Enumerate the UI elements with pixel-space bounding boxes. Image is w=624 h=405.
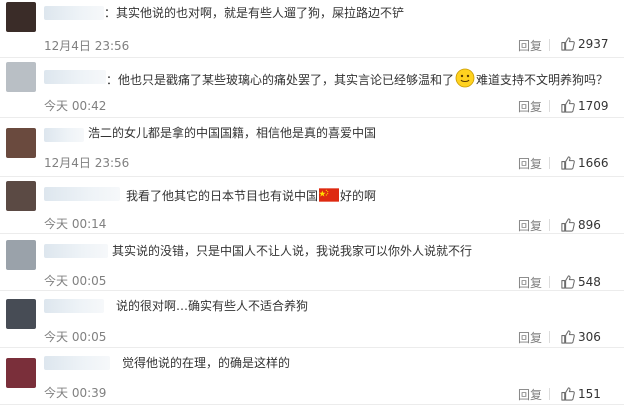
comment-time: 12月4日 23:56	[44, 156, 130, 170]
thumbs-up-icon	[561, 156, 575, 170]
comment-text-part: ：他也只是戳痛了某些玻璃心的痛处罢了，其实言论已经够温和了	[106, 73, 455, 87]
like-button[interactable]: 2937	[560, 36, 609, 51]
divider	[549, 100, 550, 112]
like-count: 2937	[578, 36, 609, 51]
comment-text-part: 难道支持不文明养狗吗？	[476, 73, 609, 87]
comment-item: 浩二的女儿都是拿的中国国籍，相信他是真的喜爱中国 12月4日 23:56 回复 …	[0, 118, 624, 177]
divider	[549, 388, 550, 400]
avatar[interactable]	[6, 358, 36, 388]
username-blurred[interactable]	[44, 299, 104, 313]
comment-text-part: 好的啊	[340, 189, 377, 203]
like-count: 548	[578, 274, 601, 289]
divider	[549, 331, 550, 343]
reply-button[interactable]: 回复	[518, 329, 542, 346]
thumbs-up-icon	[561, 275, 575, 289]
comment-text: ：他也只是戳痛了某些玻璃心的痛处罢了，其实言论已经够温和了 难道支持不文明养狗吗？	[106, 68, 608, 89]
thumbs-up-icon	[561, 387, 575, 401]
avatar[interactable]	[6, 62, 36, 92]
like-count: 896	[578, 217, 601, 232]
comment-list: ：其实他说的也对啊，就是有些人遛了狗，屎拉路边不铲 12月4日 23:56 回复…	[0, 0, 624, 405]
avatar[interactable]	[6, 299, 36, 329]
comment-text: 我看了他其它的日本节目也有说中国 好的啊	[126, 187, 376, 205]
like-button[interactable]: 896	[560, 217, 601, 232]
reply-button[interactable]: 回复	[518, 155, 542, 172]
avatar[interactable]	[6, 2, 36, 32]
username-blurred[interactable]	[44, 187, 120, 201]
username-blurred[interactable]	[44, 6, 104, 20]
comment-text: ：其实他说的也对啊，就是有些人遛了狗，屎拉路边不铲	[104, 6, 405, 20]
comment-time: 今天 00:05	[44, 274, 107, 288]
username-blurred[interactable]	[44, 244, 108, 258]
thumbs-up-icon	[561, 330, 575, 344]
thumbs-up-icon	[561, 99, 575, 113]
like-button[interactable]: 306	[560, 329, 601, 344]
avatar[interactable]	[6, 181, 36, 211]
username-blurred[interactable]	[44, 70, 106, 84]
comment-item: 说的很对啊…确实有些人不适合养狗 今天 00:05 回复 306	[0, 291, 624, 348]
like-button[interactable]: 1709	[560, 98, 609, 113]
divider	[549, 39, 550, 51]
avatar[interactable]	[6, 128, 36, 158]
comment-text: 觉得他说的在理，的确是这样的	[122, 356, 291, 370]
comment-item: ：其实他说的也对啊，就是有些人遛了狗，屎拉路边不铲 12月4日 23:56 回复…	[0, 0, 624, 58]
comment-item: 我看了他其它的日本节目也有说中国 好的啊 今天 00:14 回复 896	[0, 177, 624, 234]
comment-text: 浩二的女儿都是拿的中国国籍，相信他是真的喜爱中国	[88, 126, 377, 140]
username-blurred[interactable]	[44, 128, 84, 142]
reply-button[interactable]: 回复	[518, 98, 542, 115]
divider	[549, 276, 550, 288]
smiley-icon	[455, 68, 475, 88]
comment-text: 其实说的没错，只是中国人不让人说，我说我家可以你外人说就不行	[112, 244, 473, 258]
china-flag-icon	[319, 188, 340, 202]
reply-button[interactable]: 回复	[518, 37, 542, 54]
thumbs-up-icon	[561, 218, 575, 232]
comment-text: 说的很对啊…确实有些人不适合养狗	[116, 299, 309, 313]
like-button[interactable]: 151	[560, 386, 601, 401]
reply-button[interactable]: 回复	[518, 217, 542, 234]
comment-time: 今天 00:14	[44, 217, 107, 231]
like-count: 151	[578, 386, 601, 401]
comment-time: 12月4日 23:56	[44, 39, 130, 53]
comment-item: ：他也只是戳痛了某些玻璃心的痛处罢了，其实言论已经够温和了 难道支持不文明养狗吗？…	[0, 58, 624, 118]
like-button[interactable]: 1666	[560, 155, 609, 170]
like-count: 1709	[578, 98, 609, 113]
username-blurred[interactable]	[44, 356, 110, 370]
comment-item: 其实说的没错，只是中国人不让人说，我说我家可以你外人说就不行 今天 00:05 …	[0, 234, 624, 291]
comment-item: 觉得他说的在理，的确是这样的 今天 00:39 回复 151	[0, 348, 624, 405]
avatar[interactable]	[6, 240, 36, 270]
comment-time: 今天 00:42	[44, 99, 107, 113]
divider	[549, 157, 550, 169]
comment-time: 今天 00:05	[44, 330, 107, 344]
reply-button[interactable]: 回复	[518, 386, 542, 403]
reply-button[interactable]: 回复	[518, 274, 542, 291]
like-button[interactable]: 548	[560, 274, 601, 289]
like-count: 306	[578, 329, 601, 344]
comment-time: 今天 00:39	[44, 386, 107, 400]
comment-text-part: 我看了他其它的日本节目也有说中国	[126, 189, 319, 203]
divider	[549, 219, 550, 231]
thumbs-up-icon	[561, 37, 575, 51]
like-count: 1666	[578, 155, 609, 170]
